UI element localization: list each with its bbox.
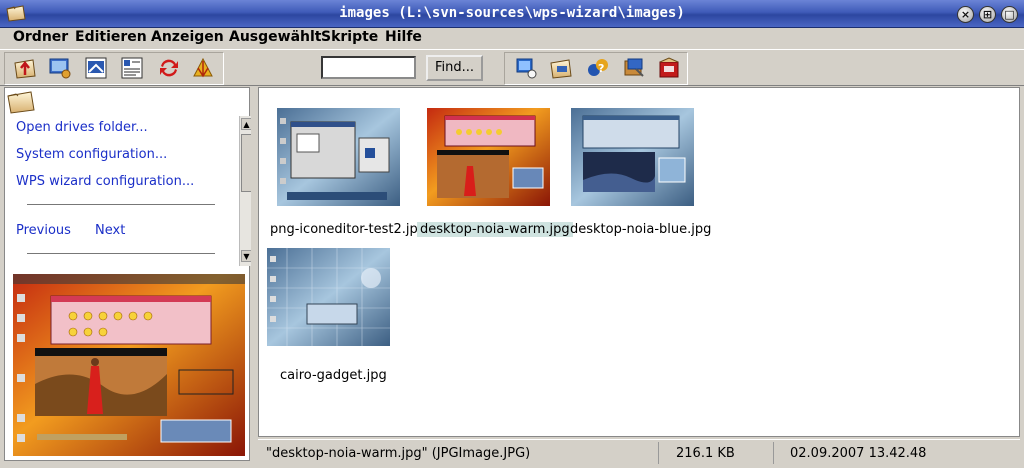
menu-skripte[interactable]: Skripte (321, 29, 378, 45)
link-system-configuration[interactable]: System configuration... (16, 147, 167, 162)
menu-ordner[interactable]: Ordner (13, 29, 68, 45)
help-icon[interactable]: ? (586, 56, 610, 80)
thumbnail-image[interactable] (571, 108, 694, 206)
properties-icon[interactable] (84, 56, 108, 80)
status-file: "desktop-noia-warm.jpg" (JPGImage.JPG) (266, 446, 531, 461)
status-bar: "desktop-noia-warm.jpg" (JPGImage.JPG) 2… (258, 439, 1020, 465)
network-icon[interactable] (514, 56, 538, 80)
thumbnail-image[interactable] (267, 248, 390, 346)
window-title: images (L:\svn-sources\wps-wizard\images… (339, 5, 685, 21)
close-icon[interactable]: × (957, 6, 974, 23)
title-bar[interactable]: images (L:\svn-sources\wps-wizard\images… (0, 0, 1024, 28)
thumbnail-image[interactable] (427, 108, 550, 206)
divider (773, 442, 774, 464)
link-open-drives[interactable]: Open drives folder... (16, 120, 148, 135)
file-label[interactable]: desktop-noia-blue.jpg (567, 222, 714, 237)
refresh-icon[interactable] (157, 56, 181, 80)
toolbar: Find... ? (0, 49, 1024, 86)
file-label[interactable]: cairo-gadget.jpg (277, 368, 390, 383)
divider (27, 204, 215, 205)
divider (27, 253, 215, 254)
menu-ausgewaehlt[interactable]: Ausgewählt (229, 29, 322, 45)
drives-icon[interactable] (549, 56, 573, 80)
folder-icon (7, 91, 35, 114)
menu-bar: Ordner Editieren Anzeigen Ausgewählt Skr… (0, 28, 1024, 48)
file-label[interactable]: png-iconeditor-test2.jpg (267, 222, 429, 237)
settings-icon[interactable] (622, 56, 646, 80)
status-date: 02.09.2007 13.42.48 (790, 446, 927, 461)
desktop-icon[interactable] (48, 56, 72, 80)
find-button[interactable]: Find... (426, 55, 483, 81)
menu-editieren[interactable]: Editieren (75, 29, 147, 45)
link-wps-wizard-configuration[interactable]: WPS wizard configuration... (16, 174, 194, 189)
shell-icon[interactable] (191, 56, 215, 80)
previous-link[interactable]: Previous (16, 223, 71, 238)
shutdown-icon[interactable] (657, 56, 681, 80)
menu-anzeigen[interactable]: Anzeigen (151, 29, 224, 45)
divider (658, 442, 659, 464)
sidebar: Open drives folder... System configurati… (4, 87, 252, 461)
thumbnail-image[interactable] (277, 108, 400, 206)
search-input[interactable] (321, 56, 416, 79)
file-view: png-iconeditor-test2.jpg desktop-noia-wa… (258, 87, 1020, 437)
menu-hilfe[interactable]: Hilfe (385, 29, 422, 45)
folder-up-icon[interactable] (13, 56, 37, 80)
restore-icon[interactable]: ⊞ (979, 6, 996, 23)
pane-splitter[interactable] (251, 87, 258, 461)
image-preview (13, 274, 245, 456)
file-label-selected[interactable]: desktop-noia-warm.jpg (417, 222, 573, 237)
maximize-icon[interactable]: □ (1001, 6, 1018, 23)
svg-text:?: ? (598, 62, 604, 75)
next-link[interactable]: Next (95, 223, 125, 238)
details-view-icon[interactable] (120, 56, 144, 80)
status-size: 216.1 KB (676, 446, 735, 461)
